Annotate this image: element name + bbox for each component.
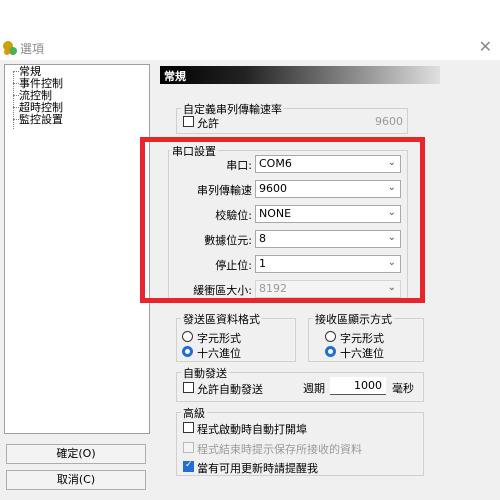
tree-connector	[13, 71, 14, 129]
section-title: 常規	[164, 70, 186, 83]
auto-send-label: 自動發送	[181, 365, 229, 381]
auto-send-allow-label: 允許自動發送	[197, 383, 263, 396]
auto-send-checkbox[interactable]	[183, 382, 194, 393]
prompt-save-checkbox	[183, 442, 194, 453]
prompt-save-label: 程式結束時提示保存所接收的資料	[197, 443, 362, 456]
send-char-label: 字元形式	[197, 332, 241, 345]
send-char-radio[interactable]	[182, 331, 193, 342]
cancel-button[interactable]: 取消(C)	[6, 470, 146, 490]
period-input[interactable]: 1000	[330, 377, 386, 395]
title-bar: 選項 ✕	[0, 36, 500, 60]
send-hex-label: 十六進位	[197, 347, 241, 360]
update-prompt-label: 當有可用更新時請提醒我	[197, 462, 318, 475]
recv-char-label: 字元形式	[340, 332, 384, 345]
close-icon[interactable]: ✕	[479, 37, 492, 56]
recv-hex-label: 十六進位	[340, 347, 384, 360]
send-format-label: 發送區資料格式	[181, 311, 262, 327]
recv-format-label: 接收區顯示方式	[313, 311, 394, 327]
allow-custom-baud-checkbox[interactable]	[183, 116, 194, 127]
period-unit: 毫秒	[392, 382, 414, 395]
send-hex-radio[interactable]	[182, 346, 193, 357]
highlight-box	[140, 137, 425, 303]
options-tree: 常規 事件控制 流控制 超時控制 監控設置	[4, 64, 150, 434]
ok-button[interactable]: 確定(O)	[6, 444, 146, 464]
advanced-label: 高級	[181, 405, 207, 421]
custom-baud-value: 9600	[375, 115, 403, 128]
window-title: 選項	[20, 42, 45, 56]
open-on-start-checkbox[interactable]	[183, 422, 194, 433]
recv-hex-radio[interactable]	[325, 346, 336, 357]
section-header: 常規	[160, 66, 440, 84]
tree-item-monitor[interactable]: 監控設置	[19, 114, 63, 126]
allow-custom-baud-label: 允許	[197, 117, 219, 130]
period-label: 週期	[303, 382, 325, 395]
update-prompt-checkbox[interactable]	[183, 460, 194, 472]
recv-char-radio[interactable]	[325, 331, 336, 342]
app-options-icon	[3, 41, 17, 55]
open-on-start-label: 程式啟動時自動打開埠	[197, 423, 307, 436]
